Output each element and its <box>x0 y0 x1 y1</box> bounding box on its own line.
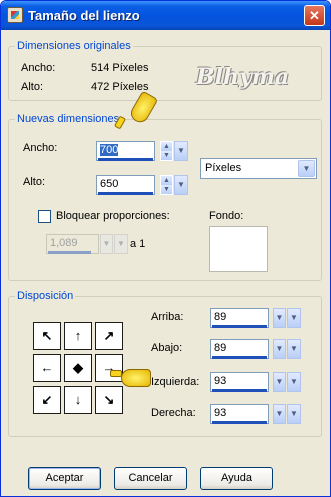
title-bar[interactable]: Tamaño del lienzo ✕ <box>1 1 330 30</box>
original-height-value: 472 Píxeles <box>91 81 149 93</box>
width-dropdown-button[interactable]: ▼ <box>174 141 188 161</box>
new-dimensions-title: Nuevas dimensiones <box>15 113 122 125</box>
anchor-bottom-arrow-icon[interactable]: ↓ <box>64 386 92 414</box>
anchor-top-right-arrow-icon[interactable]: ↗ <box>95 322 123 350</box>
pointing-finger-icon-2 <box>110 370 122 377</box>
placement-group: Disposición ↖ ↑ ↗ ← ◆ → ↙ ↓ ↘ Arriba: 89… <box>8 290 322 437</box>
close-button[interactable]: ✕ <box>304 5 325 26</box>
top-offset-bar[interactable] <box>212 325 267 328</box>
original-dimensions-group: Dimensiones originales Ancho: 514 Píxele… <box>8 40 322 101</box>
original-dimensions-title: Dimensiones originales <box>15 40 133 52</box>
anchor-center-icon[interactable]: ◆ <box>64 354 92 382</box>
left-offset-bar[interactable] <box>212 389 267 392</box>
chevron-down-icon[interactable]: ▼ <box>298 160 315 177</box>
right-offset-bar[interactable] <box>212 421 267 424</box>
help-button[interactable]: Ayuda <box>200 467 273 490</box>
app-icon <box>7 7 23 23</box>
original-width-value: 514 Píxeles <box>91 62 149 74</box>
left-offset-dropdown-button[interactable]: ▼ <box>287 372 301 392</box>
anchor-top-left-arrow-icon[interactable]: ↖ <box>33 322 61 350</box>
width-slider-bar[interactable] <box>98 158 153 161</box>
bottom-offset-dropdown-button[interactable]: ▼ <box>287 339 301 359</box>
original-height-label: Alto: <box>21 81 44 93</box>
pointing-hand-icon-2 <box>121 369 151 387</box>
height-slider-bar[interactable] <box>98 192 153 195</box>
anchor-bottom-left-arrow-icon[interactable]: ↙ <box>33 386 61 414</box>
ok-button[interactable]: Aceptar <box>28 467 101 490</box>
spin-up-icon[interactable]: ▲ <box>161 142 172 151</box>
top-offset-spinner[interactable]: ▼ <box>273 308 286 328</box>
ratio-slider-bar <box>48 251 91 254</box>
width-spinner[interactable]: ▲ ▼ <box>160 141 173 161</box>
ratio-suffix: a 1 <box>130 238 146 250</box>
height-spinner[interactable]: ▲ ▼ <box>160 175 173 195</box>
canvas-size-dialog: Tamaño del lienzo ✕ Dimensiones original… <box>0 0 331 497</box>
cancel-button[interactable]: Cancelar <box>114 467 187 490</box>
left-offset-spinner[interactable]: ▼ <box>273 372 286 392</box>
bottom-offset-bar[interactable] <box>212 356 267 359</box>
bottom-offset-spinner[interactable]: ▼ <box>273 339 286 359</box>
spin-down-icon[interactable]: ▼ <box>161 185 172 194</box>
left-offset-label: Izquierda: <box>151 376 200 388</box>
window-title: Tamaño del lienzo <box>28 8 140 23</box>
original-width-label: Ancho: <box>21 62 56 74</box>
lock-proportions-label[interactable]: Bloquear proporciones: <box>56 210 170 222</box>
lock-proportions-checkbox[interactable] <box>38 210 51 223</box>
spin-down-icon[interactable]: ▼ <box>161 151 172 160</box>
height-dropdown-button[interactable]: ▼ <box>174 175 188 195</box>
new-height-label: Alto: <box>23 176 46 188</box>
anchor-left-arrow-icon[interactable]: ← <box>33 354 61 382</box>
new-dimensions-group: Nuevas dimensiones Ancho: 700 ▲ ▼ ▼ Alto… <box>8 113 322 281</box>
background-color-swatch[interactable] <box>209 226 268 272</box>
ratio-spinner: ▼ <box>100 234 113 254</box>
right-offset-dropdown-button[interactable]: ▼ <box>287 404 301 424</box>
bottom-offset-label: Abajo: <box>151 342 183 354</box>
right-offset-label: Derecha: <box>151 407 196 419</box>
placement-title: Disposición <box>15 290 76 302</box>
anchor-top-arrow-icon[interactable]: ↑ <box>64 322 92 350</box>
ratio-dropdown-button: ▼ <box>114 234 128 254</box>
new-width-label: Ancho: <box>23 142 58 154</box>
top-offset-label: Arriba: <box>151 311 184 323</box>
unit-select-value: Píxeles <box>205 162 242 174</box>
background-label: Fondo: <box>209 210 244 222</box>
spin-up-icon[interactable]: ▲ <box>161 176 172 185</box>
anchor-bottom-right-arrow-icon[interactable]: ↘ <box>95 386 123 414</box>
top-offset-dropdown-button[interactable]: ▼ <box>287 308 301 328</box>
anchor-right-arrow-icon[interactable]: → <box>95 354 123 382</box>
watermark-logo: Blhyma <box>196 64 290 90</box>
unit-select[interactable]: Píxeles ▼ <box>200 158 317 179</box>
right-offset-spinner[interactable]: ▼ <box>273 404 286 424</box>
